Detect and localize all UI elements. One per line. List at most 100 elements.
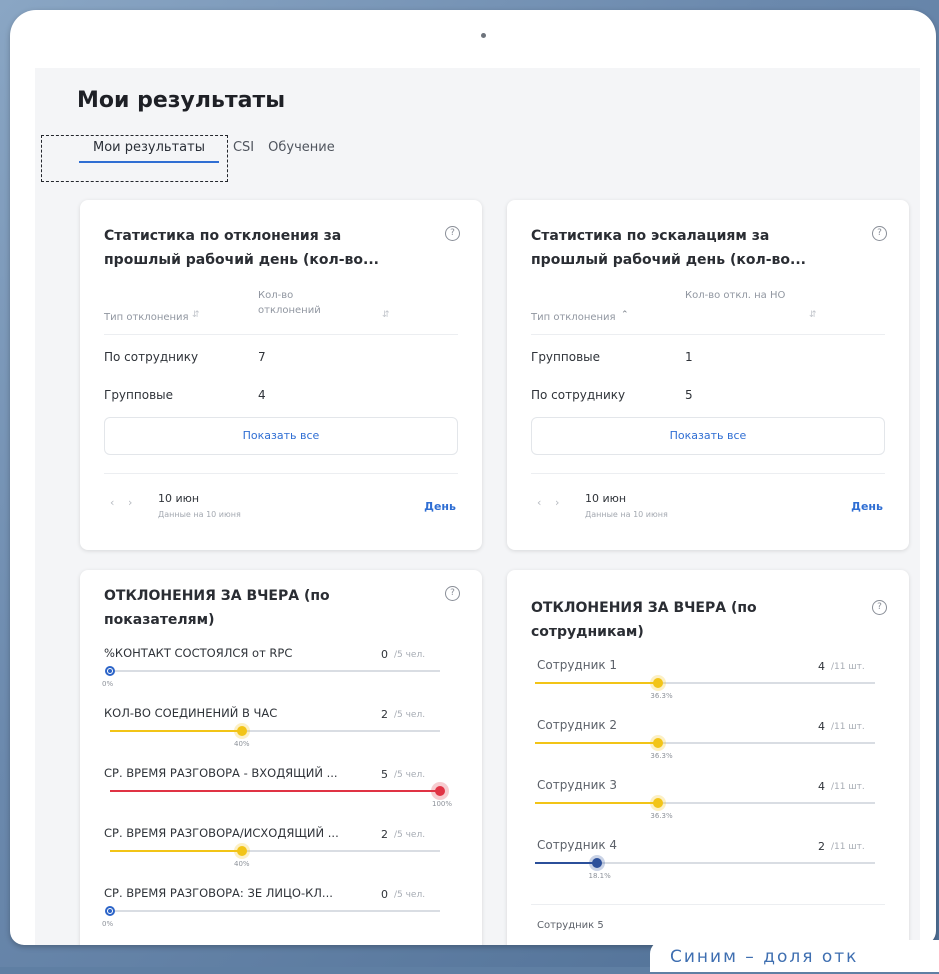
sort-icon[interactable]: ⇵ xyxy=(809,310,817,320)
sort-icon[interactable]: ⇵ xyxy=(382,310,390,320)
employee-row-progress-track xyxy=(535,678,875,688)
employee-row-percent-label: 36.3% xyxy=(650,692,673,700)
employee-row-progress-fill xyxy=(535,862,597,864)
employee-row-label: Сотрудник 1 xyxy=(537,658,618,672)
help-icon[interactable]: ? xyxy=(445,586,460,601)
metric-row-unit: /5 чел. xyxy=(394,890,426,900)
sort-asc-icon[interactable]: ⌃ xyxy=(621,310,629,320)
divider xyxy=(531,334,885,335)
tab-csi[interactable]: CSI xyxy=(233,140,254,163)
employee-label: Сотрудник 5 xyxy=(537,920,604,931)
column-header-count[interactable]: Кол-во откл. на НО xyxy=(685,288,805,303)
show-all-button[interactable]: Показать все xyxy=(104,417,458,455)
employee-row-progress-track xyxy=(535,798,875,808)
show-all-button[interactable]: Показать все xyxy=(531,417,885,455)
divider xyxy=(104,334,458,335)
employee-row-unit: /11 шт. xyxy=(831,782,865,792)
metric-row-label: КОЛ-ВО СОЕДИНЕНИЙ В ЧАС xyxy=(104,706,278,720)
metric-row-progress-marker xyxy=(435,786,445,796)
metric-row-percent-label: 0% xyxy=(102,680,114,688)
metric-row-value: 0 xyxy=(381,648,388,661)
chevron-right-icon[interactable]: › xyxy=(128,496,132,509)
tab-my-results[interactable]: Мои результаты xyxy=(79,140,219,163)
metric-row-label: СР. ВРЕМЯ РАЗГОВОРА - ВХОДЯЩИЙ ... xyxy=(104,766,338,780)
caption-text: Синим – доля отк xyxy=(650,940,939,972)
employee-row-unit: /11 шт. xyxy=(831,662,865,672)
period-selector[interactable]: День xyxy=(424,500,456,513)
employee-row-value: 4 xyxy=(818,720,825,733)
metric-row-progress-track xyxy=(110,846,440,856)
column-header-type[interactable]: Тип отклонения xyxy=(531,310,616,325)
employee-row-progress-marker xyxy=(653,678,664,688)
chevron-left-icon[interactable]: ‹ xyxy=(110,496,114,509)
employee-row-progress-fill xyxy=(535,682,659,684)
chevron-left-icon[interactable]: ‹ xyxy=(537,496,541,509)
column-header-count[interactable]: Кол-во отклонений xyxy=(258,288,328,318)
card-title: Статистика по эскалациям за прошлый рабо… xyxy=(531,228,806,268)
employee-row-label: Сотрудник 3 xyxy=(537,778,618,792)
metric-row-progress-marker xyxy=(105,906,115,916)
employee-row-percent-label: 18.1% xyxy=(588,872,611,880)
metric-row-progress-track xyxy=(110,786,445,796)
help-icon[interactable]: ? xyxy=(872,600,887,615)
metric-row-progress-track xyxy=(105,906,440,916)
card-title: Статистика по отклонения за прошлый рабо… xyxy=(104,228,379,268)
period-selector[interactable]: День xyxy=(851,500,883,513)
metric-row-progress-marker xyxy=(237,846,247,856)
metric-row-progress-marker xyxy=(105,666,115,676)
cell-type: Групповые xyxy=(531,350,600,364)
help-icon[interactable]: ? xyxy=(872,226,887,241)
camera-dot xyxy=(481,33,486,38)
metric-row-value: 2 xyxy=(381,828,388,841)
metric-row-value: 2 xyxy=(381,708,388,721)
metric-row-progress-track xyxy=(105,666,440,676)
metric-row-label: СР. ВРЕМЯ РАЗГОВОРА: ЗЕ ЛИЦО-КЛ... xyxy=(104,886,333,900)
tablet-frame: Мои результаты Мои результаты CSI Обучен… xyxy=(10,10,936,945)
date-sub-label: Данные на 10 июня xyxy=(158,510,241,519)
tab-training[interactable]: Обучение xyxy=(268,140,335,163)
date-label: 10 июн xyxy=(158,492,200,505)
metric-row-progress-fill xyxy=(110,790,440,792)
employee-row-percent-label: 36.3% xyxy=(650,752,673,760)
cell-type: По сотруднику xyxy=(104,350,199,364)
help-icon[interactable]: ? xyxy=(445,226,460,241)
date-sub-label: Данные на 10 июня xyxy=(585,510,668,519)
cell-count: 1 xyxy=(685,350,693,364)
metric-row-progress-track xyxy=(110,726,440,736)
card-escalation-stats: Статистика по эскалациям за прошлый рабо… xyxy=(507,200,909,550)
cell-count: 7 xyxy=(258,350,266,364)
employee-row-unit: /11 шт. xyxy=(831,842,865,852)
card-title: ОТКЛОНЕНИЯ ЗА ВЧЕРА (по показателям) xyxy=(104,588,330,628)
metric-row-unit: /5 чел. xyxy=(394,650,426,660)
card-deviations-by-metrics: ОТКЛОНЕНИЯ ЗА ВЧЕРА (по показателям) ? %… xyxy=(80,570,482,945)
divider xyxy=(531,904,885,905)
metric-row-percent-label: 0% xyxy=(102,920,114,928)
metric-row-value: 0 xyxy=(381,888,388,901)
metric-row-progress-fill xyxy=(110,850,242,852)
employee-row-value: 4 xyxy=(818,660,825,673)
card-title: ОТКЛОНЕНИЯ ЗА ВЧЕРА (по сотрудникам) xyxy=(531,600,757,640)
card-deviation-stats: Статистика по отклонения за прошлый рабо… xyxy=(80,200,482,550)
metric-row-percent-label: 100% xyxy=(432,800,453,808)
cell-count: 5 xyxy=(685,388,693,402)
employee-row-progress-fill xyxy=(535,742,659,744)
metric-row-value: 5 xyxy=(381,768,388,781)
cell-type: Групповые xyxy=(104,388,173,402)
employee-row-value: 2 xyxy=(818,840,825,853)
divider xyxy=(531,473,885,474)
sort-icon[interactable]: ⇵ xyxy=(192,310,200,320)
employee-row-percent-label: 36.3% xyxy=(650,812,673,820)
employee-row-progress-track xyxy=(535,738,875,748)
metric-row-unit: /5 чел. xyxy=(394,770,426,780)
date-label: 10 июн xyxy=(585,492,627,505)
page-title: Мои результаты xyxy=(77,88,286,113)
metric-row-unit: /5 чел. xyxy=(394,830,426,840)
metric-row-percent-label: 40% xyxy=(234,740,250,748)
metric-row-label: СР. ВРЕМЯ РАЗГОВОРА/ИСХОДЯЩИЙ ... xyxy=(104,826,339,840)
column-header-type[interactable]: Тип отклонения xyxy=(104,310,189,325)
employee-row-value: 4 xyxy=(818,780,825,793)
chevron-right-icon[interactable]: › xyxy=(555,496,559,509)
employee-row-progress-marker xyxy=(653,738,664,748)
employee-row-progress-marker xyxy=(591,858,602,868)
employee-row-progress-marker xyxy=(653,798,664,808)
